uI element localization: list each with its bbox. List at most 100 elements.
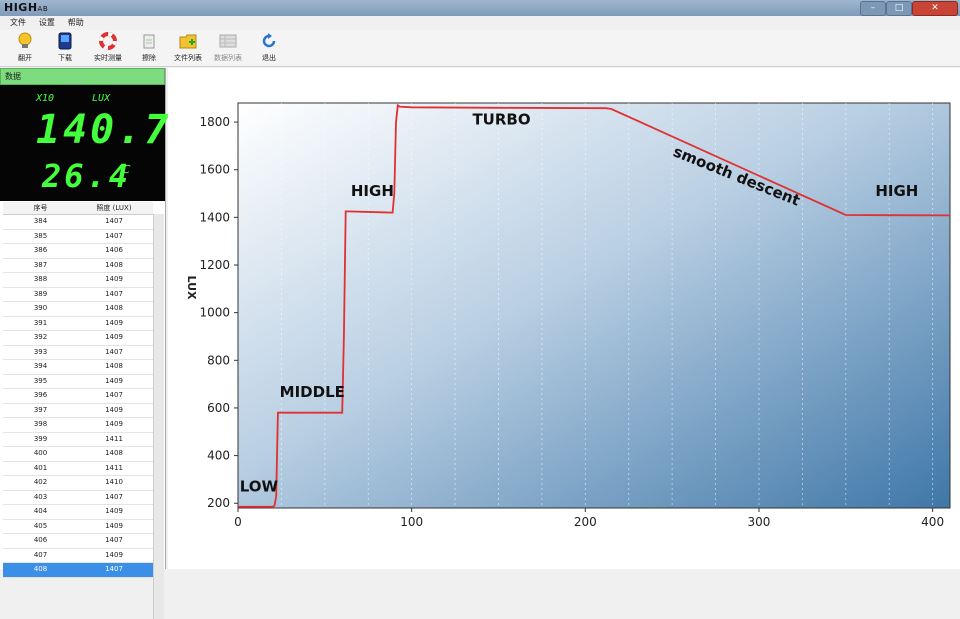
row-lux-cell: 1409 xyxy=(105,376,123,385)
row-index-cell: 397 xyxy=(33,405,48,414)
data-list-button[interactable]: 数据列表 xyxy=(210,32,246,63)
row-lux-cell: 1409 xyxy=(105,275,123,283)
y-tick-label: 800 xyxy=(207,353,230,367)
y-tick-label: 400 xyxy=(207,449,230,463)
lux-chart: 0 100 200 300 400 200 400 600 800 1000 1200 1400 160… xyxy=(185,102,951,529)
menu-settings[interactable]: 设置 xyxy=(39,16,55,30)
table-row[interactable]: 400 1408 xyxy=(3,447,153,462)
y-axis-label: LUX xyxy=(185,276,198,301)
table-row[interactable]: 403 1407 xyxy=(3,491,153,505)
row-lux-cell: 1408 xyxy=(105,449,123,457)
table-row[interactable]: 404 1409 xyxy=(3,505,153,520)
download-button-label: 下载 xyxy=(58,54,72,62)
app-logo: HIGHAB xyxy=(4,1,49,14)
lifebuoy-icon xyxy=(99,32,117,50)
x-tick-label: 100 xyxy=(400,515,423,529)
erase-icon xyxy=(143,34,155,49)
table-row[interactable]: 392 1409 xyxy=(3,331,153,346)
row-lux-cell: 1407 xyxy=(105,391,123,399)
row-index-cell: 398 xyxy=(33,420,48,428)
table-row[interactable]: 408 1407 xyxy=(3,563,153,578)
maximize-button[interactable]: □ xyxy=(886,1,912,16)
open-button-label: 翻开 xyxy=(18,54,32,62)
temperature-unit: ℃ xyxy=(117,163,130,176)
menu-bar: 文件 设置 帮助 xyxy=(0,16,960,30)
y-tick-label: 1200 xyxy=(199,258,230,272)
chart-annotation: HIGH xyxy=(875,182,918,200)
table-row[interactable]: 385 1407 xyxy=(3,230,153,244)
erase-button[interactable]: 擦除 xyxy=(136,32,162,63)
chart-annotation: HIGH xyxy=(351,182,394,200)
row-lux-cell: 1406 xyxy=(105,246,123,254)
device-icon xyxy=(58,32,72,50)
multiplier-label: X10 xyxy=(36,93,55,104)
download-button[interactable]: 下载 xyxy=(52,32,78,63)
erase-button-label: 擦除 xyxy=(142,54,156,62)
table-row[interactable]: 406 1407 xyxy=(3,534,153,549)
row-index-cell: 407 xyxy=(33,550,48,559)
table-row[interactable]: 384 1407 xyxy=(3,215,153,230)
row-index-cell: 384 xyxy=(33,217,48,225)
menu-help[interactable]: 帮助 xyxy=(68,16,84,30)
menu-file[interactable]: 文件 xyxy=(10,16,26,30)
row-lux-cell: 1411 xyxy=(105,463,123,472)
row-index-cell: 406 xyxy=(33,536,48,544)
y-tick-label: 1400 xyxy=(199,210,230,224)
table-row[interactable]: 391 1409 xyxy=(3,317,153,331)
table-scrollbar[interactable] xyxy=(153,214,164,619)
row-lux-cell: 1407 xyxy=(105,231,123,240)
y-tick-label: 600 xyxy=(207,401,230,415)
table-row[interactable]: 390 1408 xyxy=(3,302,153,317)
table-row[interactable]: 398 1409 xyxy=(3,418,153,433)
file-list-label: 文件列表 xyxy=(174,54,202,62)
row-index-cell: 394 xyxy=(33,362,48,370)
realtime-measure-button[interactable]: 实时测量 xyxy=(88,32,128,63)
row-lux-cell: 1409 xyxy=(105,521,123,530)
table-row[interactable]: 393 1407 xyxy=(3,346,153,360)
bulb-icon xyxy=(18,32,32,48)
row-lux-cell: 1409 xyxy=(105,333,123,341)
open-button[interactable]: 翻开 xyxy=(12,32,38,63)
table-row[interactable]: 389 1407 xyxy=(3,288,153,302)
table-header: 序号 照度 (LUX) xyxy=(3,202,153,215)
refresh-icon xyxy=(262,33,276,48)
table-row[interactable]: 395 1409 xyxy=(3,375,153,389)
data-panel: 数据 X10 LUX 140.7 26.4 ℃ 序号 照度 (LUX) 384 14… xyxy=(0,68,168,619)
close-button[interactable]: ✕ xyxy=(912,1,958,16)
table-row[interactable]: 388 1409 xyxy=(3,273,153,288)
row-index-cell: 405 xyxy=(33,521,48,530)
row-index-cell: 390 xyxy=(33,304,48,312)
row-lux-cell: 1407 xyxy=(105,565,123,573)
table-row[interactable]: 397 1409 xyxy=(3,404,153,418)
y-tick-label: 1000 xyxy=(199,306,230,320)
row-index-cell: 396 xyxy=(33,391,48,399)
row-index-cell: 400 xyxy=(33,449,48,457)
table-row[interactable]: 386 1406 xyxy=(3,244,153,259)
row-index-cell: 386 xyxy=(33,246,48,254)
table-row[interactable]: 407 1409 xyxy=(3,549,153,563)
data-panel-header: 数据 xyxy=(0,68,165,85)
x-tick-label: 0 xyxy=(234,515,242,529)
exit-button[interactable]: 退出 xyxy=(256,32,282,63)
row-lux-cell: 1407 xyxy=(105,289,123,298)
row-lux-cell: 1407 xyxy=(105,347,123,356)
y-tick-label: 1600 xyxy=(199,163,230,177)
table-row[interactable]: 401 1411 xyxy=(3,462,153,476)
col-lux-header: 照度 (LUX) xyxy=(96,204,132,212)
file-list-button[interactable]: 文件列表 xyxy=(170,32,206,63)
table-row[interactable]: 402 1410 xyxy=(3,476,153,491)
table-row[interactable]: 399 1411 xyxy=(3,433,153,447)
row-index-cell: 392 xyxy=(33,333,48,341)
table-body: 384 1407 385 1407 386 1406 387 1408 388 1409 389 14… xyxy=(3,215,153,578)
row-lux-cell: 1409 xyxy=(105,420,123,428)
row-lux-cell: 1409 xyxy=(105,507,123,515)
table-row[interactable]: 394 1408 xyxy=(3,360,153,375)
table-row[interactable]: 405 1409 xyxy=(3,520,153,534)
table-row[interactable]: 396 1407 xyxy=(3,389,153,404)
table-row[interactable]: 387 1408 xyxy=(3,259,153,273)
minimize-button[interactable]: – xyxy=(860,1,886,16)
row-lux-cell: 1411 xyxy=(105,434,123,443)
row-index-cell: 389 xyxy=(33,289,48,298)
data-list-icon xyxy=(219,34,237,48)
row-index-cell: 393 xyxy=(33,347,48,356)
